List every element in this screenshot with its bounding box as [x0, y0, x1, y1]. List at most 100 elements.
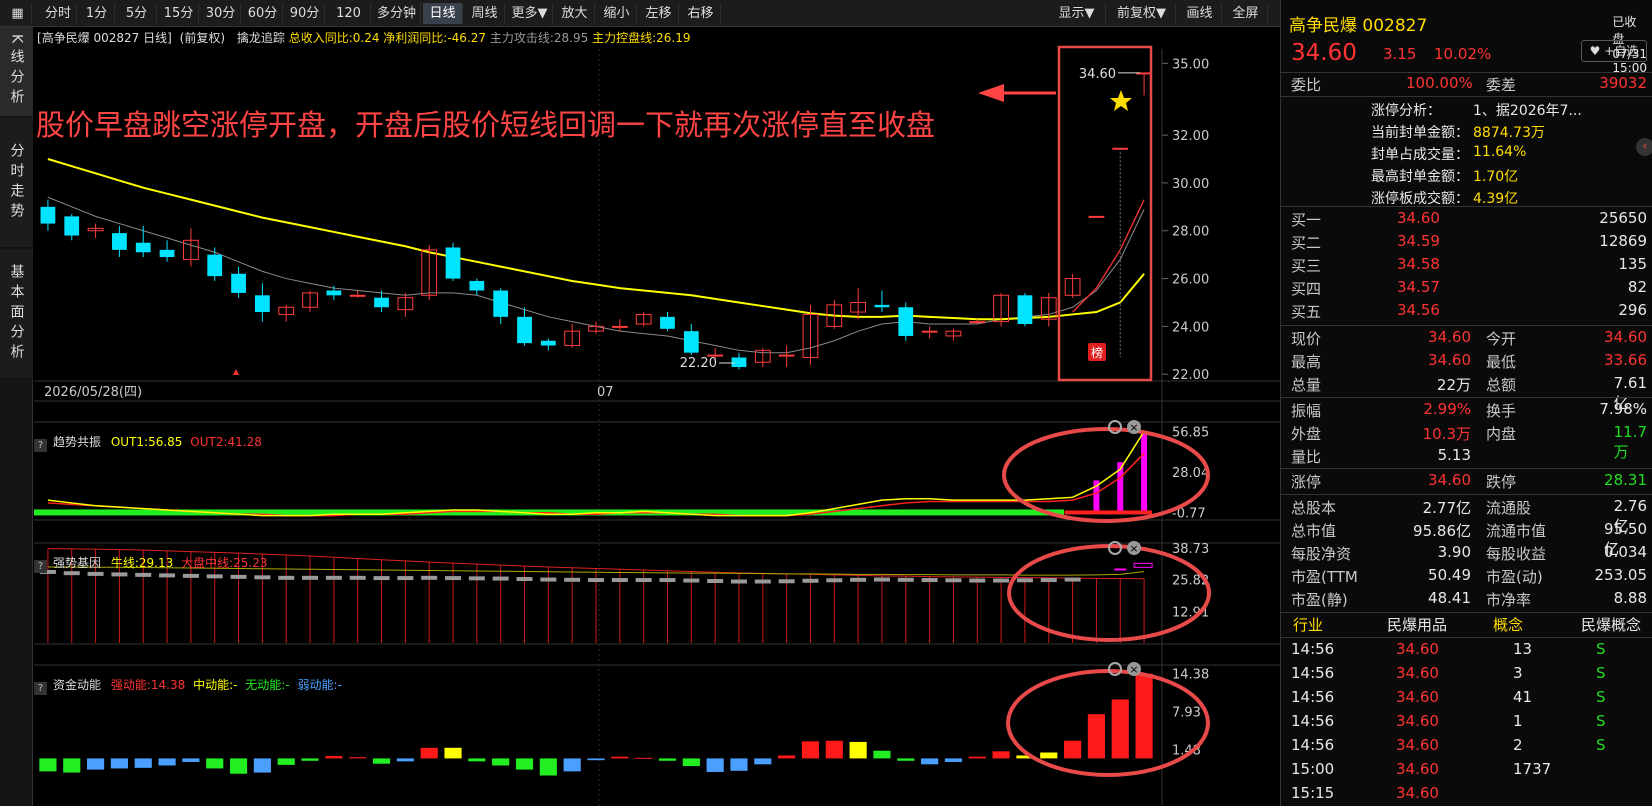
fund-bar: [682, 758, 700, 767]
panel2-mid: 大盘中线:25.23: [181, 556, 268, 570]
tick-time: 14:56: [1291, 640, 1335, 658]
fund-bar: [658, 758, 677, 761]
fund-label: 流通市值: [1486, 522, 1547, 540]
bid-price: 34.56: [1397, 301, 1440, 319]
low-label: 22.20: [680, 356, 717, 371]
chart-area[interactable]: 35.00 32.00 30.00 28.00 26.00 24.00 22.00 34.60…: [34, 27, 1280, 806]
gene-marker: [468, 576, 485, 581]
quote-title: 高争民爆 002827: [1289, 16, 1428, 36]
price-axis-label: 32.00: [1172, 129, 1209, 144]
tick-side: S: [1596, 688, 1606, 706]
fund-bar: [849, 741, 867, 759]
price-axis-label: 26.00: [1172, 273, 1209, 288]
period-btn-1[interactable]: 1分: [79, 3, 115, 24]
fund-bar: [801, 741, 820, 759]
help-icon[interactable]: ?: [34, 682, 47, 695]
tick-side: S: [1596, 664, 1606, 682]
period-btn-9[interactable]: 日线: [423, 3, 463, 24]
tick-price: 34.60: [1396, 712, 1439, 730]
fund-bar: [515, 758, 534, 770]
control-line: 主力控盘线:26.19: [592, 31, 691, 45]
fund-bar: [420, 747, 438, 759]
toolbar-right-btn-1[interactable]: 前复权▼: [1108, 3, 1176, 24]
candle-body: [1088, 215, 1105, 218]
fund-bar: [492, 758, 510, 766]
fund-bar: [706, 758, 724, 772]
period-btn-15[interactable]: 右移: [681, 3, 721, 24]
gene-marker: [707, 579, 724, 584]
gene-marker: [850, 577, 867, 582]
help-icon[interactable]: ?: [34, 560, 47, 573]
fund-value: 48.41: [1428, 589, 1471, 607]
period-btn-2[interactable]: 5分: [117, 3, 157, 24]
candle-body: [493, 290, 509, 317]
toolbar-right-btn-2[interactable]: 画线: [1178, 3, 1222, 24]
period-btn-5[interactable]: 60分: [243, 3, 283, 24]
date-start-label: 2026/05/28(四): [44, 385, 142, 400]
last-price: 34.60: [1291, 40, 1357, 66]
add-watch-button[interactable]: ♥ +自选: [1581, 40, 1647, 62]
candle-body: [135, 242, 151, 253]
fund-bar: [134, 758, 152, 768]
fund-bar: [778, 755, 796, 759]
candle-body: [374, 297, 389, 308]
gene-marker: [969, 578, 986, 583]
bid-label: 买一: [1291, 211, 1322, 229]
annotation-text: 股价早盘跳空涨停开盘，开盘后股价短线回调一下就再次涨停直至收盘: [36, 108, 936, 142]
tab-timeshare[interactable]: 分时走势: [0, 118, 33, 248]
help-icon[interactable]: ?: [34, 439, 47, 452]
quote-label: 换手: [1486, 402, 1517, 420]
indicator-name: 擒龙追踪: [236, 31, 285, 45]
period-btn-7[interactable]: 120分: [327, 3, 371, 42]
bid-label: 买四: [1291, 280, 1322, 298]
fund-label: 市盈(动): [1486, 568, 1543, 586]
tab-fundamentals[interactable]: 基本面分析: [0, 249, 33, 379]
panel3-axis-label: 14.38: [1172, 668, 1209, 683]
grid-icon[interactable]: ▦: [4, 3, 32, 24]
gene-marker: [278, 575, 295, 580]
tick-price: 34.60: [1396, 784, 1439, 802]
close-icon-glyph: ×: [1129, 663, 1138, 676]
tab-kline[interactable]: K线分析: [0, 27, 33, 117]
period-btn-4[interactable]: 30分: [201, 3, 241, 24]
quote-value: 34.60: [1428, 351, 1471, 369]
fund-bar: [468, 758, 486, 762]
quote-value: 5.13: [1437, 446, 1471, 464]
period-btn-8[interactable]: 多分钟: [373, 3, 421, 24]
period-btn-12[interactable]: 放大: [555, 3, 595, 24]
gene-marker: [254, 575, 271, 580]
revenue-yoy: 总收入同比:0.24: [288, 31, 380, 45]
limit-value: 4.39亿: [1473, 191, 1519, 207]
bid-volume: 12869: [1599, 232, 1647, 250]
val-weibi: 100.00%: [1406, 74, 1473, 92]
gene-marker: [826, 578, 843, 583]
fund-label: 每股净资: [1291, 545, 1352, 563]
fund-bar: [325, 756, 343, 759]
panel3-none: 无动能:-: [245, 678, 290, 692]
tab-fundamentals-label: 基本面分析: [8, 263, 25, 364]
period-btn-13[interactable]: 缩小: [597, 3, 637, 24]
period-btn-14[interactable]: 左移: [639, 3, 679, 24]
quote-value: 7.98%: [1599, 400, 1647, 418]
period-btn-6[interactable]: 90分: [285, 3, 325, 24]
toolbar-right-btn-0[interactable]: 显示▼: [1048, 3, 1106, 24]
period-btn-0[interactable]: 分时: [40, 3, 77, 24]
collapse-icon[interactable]: ‹: [1636, 138, 1652, 156]
toolbar-right-btn-3[interactable]: 全屏: [1224, 3, 1268, 24]
period-btn-3[interactable]: 15分: [159, 3, 199, 24]
fund-label: 市盈(TTM: [1291, 568, 1358, 586]
panel3-strong: 强动能:14.38: [110, 678, 186, 692]
limit-label: 涨停分析：: [1371, 103, 1441, 119]
period-btn-11[interactable]: 更多▼: [507, 3, 553, 24]
period-btn-10[interactable]: 周线: [465, 3, 505, 24]
trend-base: [1064, 510, 1153, 515]
gene-marker: [993, 578, 1010, 583]
fund-value: 0.034: [1604, 543, 1647, 561]
candle-body: [159, 249, 175, 258]
panel3-mid: 中动能:-: [193, 678, 238, 692]
fund-label: 流通股: [1486, 499, 1532, 517]
quote-value: 22万: [1436, 376, 1471, 394]
gene-marker: [325, 575, 342, 580]
fund-bar: [539, 758, 557, 776]
candle-body: [112, 233, 127, 250]
